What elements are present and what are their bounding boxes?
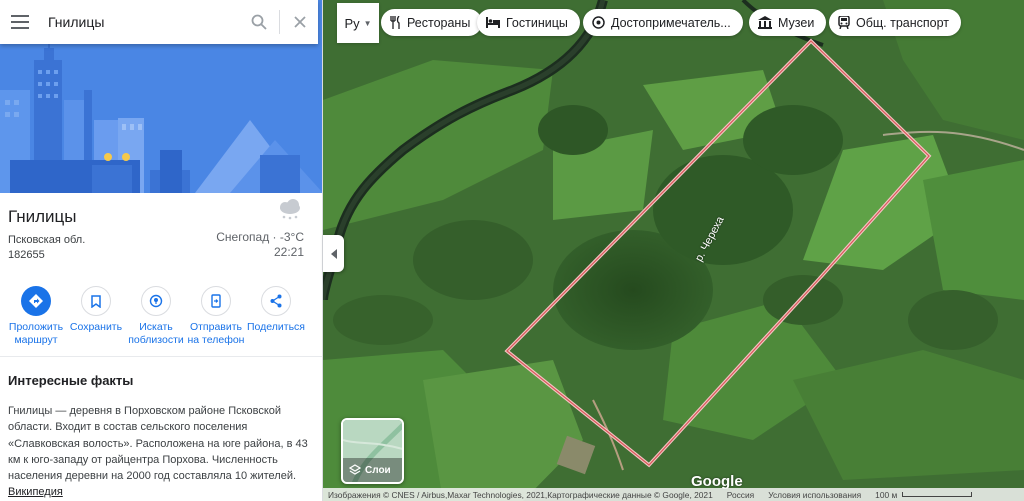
hotel-icon xyxy=(486,17,500,28)
send-to-phone-label-line1: Отправить xyxy=(189,321,243,333)
weather-time: 22:21 xyxy=(273,245,304,259)
nearby-label-line2: поблизости xyxy=(128,334,184,346)
chip-restaurants-label: Рестораны xyxy=(407,15,471,30)
search-divider xyxy=(279,10,280,34)
transit-icon xyxy=(838,16,850,29)
chip-transit[interactable]: Общ. транспорт xyxy=(829,9,962,36)
weather-widget: Снегопад · -3°C 22:21 xyxy=(184,199,304,259)
scale-bar xyxy=(902,492,973,497)
chip-attractions[interactable]: Достопримечатель... xyxy=(583,9,743,36)
language-button[interactable]: Ру ▼ xyxy=(337,3,379,43)
weather-condition: Снегопад · -3°C xyxy=(216,230,304,244)
terms-link[interactable]: Условия использования xyxy=(768,490,861,500)
chevron-left-icon xyxy=(330,248,337,259)
museum-icon xyxy=(758,16,772,29)
send-to-phone-icon xyxy=(211,294,221,308)
search-button[interactable] xyxy=(241,0,277,44)
facts-title: Интересные факты xyxy=(8,373,134,388)
action-buttons: Проложить маршрут Сохранить Искать побли… xyxy=(0,286,322,356)
chip-restaurants[interactable]: Рестораны xyxy=(381,9,483,36)
layers-text: Слои xyxy=(365,464,391,476)
restaurant-icon xyxy=(390,16,401,29)
share-circle xyxy=(261,286,291,316)
directions-label-line1: Проложить xyxy=(8,321,64,333)
country-link[interactable]: Россия xyxy=(727,490,754,500)
send-to-phone-label-line2: на телефон xyxy=(187,334,245,346)
caret-down-icon: ▼ xyxy=(363,18,372,28)
directions-label-line2: маршрут xyxy=(14,334,58,346)
map-footer: Изображения © CNES / Airbus,Maxar Techno… xyxy=(323,488,1024,501)
facts-body: Гнилицы — деревня в Порховском районе Пс… xyxy=(8,405,308,483)
language-label: Ру xyxy=(344,15,360,31)
save-label-line1: Сохранить xyxy=(69,321,123,333)
send-to-phone-circle xyxy=(201,286,231,316)
menu-button[interactable] xyxy=(2,0,38,44)
layers-icon xyxy=(349,464,361,475)
share-icon xyxy=(270,294,282,308)
nearby-label-line1: Искать xyxy=(139,321,173,333)
satellite-imagery xyxy=(323,0,1024,501)
chip-transit-label: Общ. транспорт xyxy=(856,15,950,30)
collapse-panel-button[interactable] xyxy=(323,235,344,272)
hamburger-icon xyxy=(11,15,29,29)
scale-label[interactable]: 100 м xyxy=(875,490,897,500)
chip-museums[interactable]: Музеи xyxy=(749,9,827,36)
bookmark-icon xyxy=(91,294,101,308)
nearby-icon xyxy=(149,294,163,308)
satellite-map[interactable]: р. Череха xyxy=(323,0,1024,501)
directions-icon xyxy=(29,294,43,308)
wikipedia-link[interactable]: Википедия xyxy=(8,486,63,498)
save-circle xyxy=(81,286,111,316)
search-box xyxy=(0,0,318,44)
snow-cloud-icon xyxy=(280,199,300,220)
close-icon xyxy=(294,16,306,28)
clear-search-button[interactable] xyxy=(282,0,318,44)
section-divider xyxy=(0,356,322,357)
chip-attractions-label: Достопримечатель... xyxy=(611,15,731,30)
search-input[interactable] xyxy=(38,7,241,37)
share-label-line1: Поделиться xyxy=(247,321,305,333)
facts-text: Гнилицы — деревня в Порховском районе Пс… xyxy=(8,403,310,501)
nearby-circle xyxy=(141,286,171,316)
chip-hotels[interactable]: Гостиницы xyxy=(477,9,580,36)
chip-museums-label: Музеи xyxy=(778,15,815,30)
layers-button[interactable]: Слои xyxy=(341,418,404,484)
share-label: Поделиться xyxy=(241,321,311,334)
search-icon xyxy=(251,14,267,30)
side-panel: Гнилицы Псковская обл. 182655 Снегопад ·… xyxy=(0,0,323,501)
attraction-icon xyxy=(592,16,605,29)
layers-label: Слои xyxy=(349,464,391,476)
attribution-text: Изображения © CNES / Airbus,Maxar Techno… xyxy=(328,489,713,500)
chip-hotels-label: Гостиницы xyxy=(506,15,568,30)
directions-circle xyxy=(21,286,51,316)
share-button[interactable]: Поделиться xyxy=(241,286,311,334)
